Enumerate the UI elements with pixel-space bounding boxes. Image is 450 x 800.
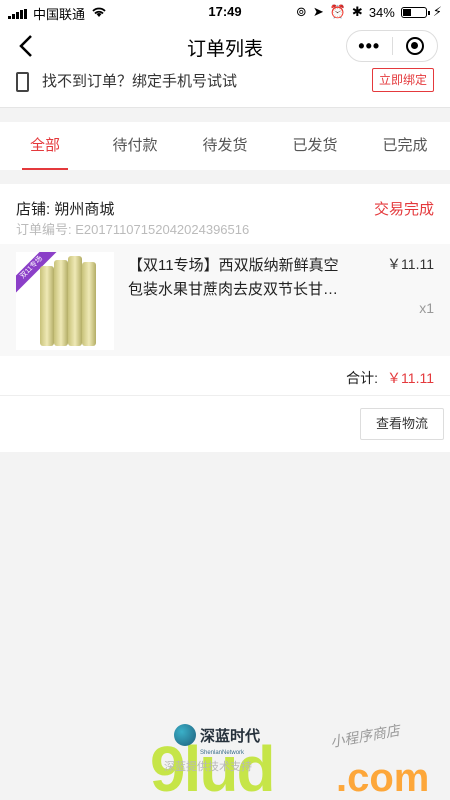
miniprogram-capsule: ••• [346,30,438,62]
close-miniprogram-button[interactable] [392,37,437,55]
status-right: ⊚ ➤ ⏰ ✱ 34% ⚡ [296,4,442,20]
watermark-domain: .com [336,756,430,800]
order-number: 订单编号: E20171107152042024396516 [16,222,250,237]
footer: 9lud 深蓝时代 ShenlanNetwork 深蓝提供技术支持 小程序商店 … [0,712,450,800]
total-label: 合计: [346,370,378,386]
more-button[interactable]: ••• [347,36,392,57]
product-price: ￥11.11 [387,256,434,272]
tab-all[interactable]: 全部 [0,122,90,170]
location-icon: ➤ [312,4,324,19]
product-image[interactable]: 双11专场 [16,252,114,350]
store-name: 店铺: 朔州商城 [16,201,115,218]
lock-rotation-icon: ⊚ [295,4,307,19]
record-icon [405,37,424,55]
order-total-row: 合计: ￥11.11 [0,364,450,396]
bluetooth-icon: ✱ [351,4,363,19]
brand-logo: 深蓝时代 [174,724,260,746]
status-bar: 中国联通 17:49 ⊚ ➤ ⏰ ✱ 34% ⚡ [0,0,450,24]
order-tabs: 全部 待付款 待发货 已发货 已完成 [0,122,450,170]
order-card[interactable]: 店铺: 朔州商城 订单编号: E20171107152042024396516 … [0,184,450,452]
product-quantity: x1 [419,300,434,316]
view-logistics-button[interactable]: 查看物流 [360,408,444,440]
watermark-script: 小程序商店 [329,722,401,750]
tab-shipped[interactable]: 已发货 [270,122,360,170]
tab-completed[interactable]: 已完成 [360,122,450,170]
brand-subtitle: ShenlanNetwork [200,750,245,756]
phone-icon [16,72,29,92]
nav-bar: 订单列表 ••• [0,24,450,68]
bind-phone-banner: 找不到订单？绑定手机号试试 立即绑定 [0,68,450,108]
battery-fill [402,8,412,16]
product-title[interactable]: 【双11专场】西双版纳新鲜真空包装水果甘蔗肉去皮双节长甘… [128,254,350,302]
sugarcane-stick [82,262,96,346]
charging-icon: ⚡ [432,4,442,19]
tab-pending-payment[interactable]: 待付款 [90,122,180,170]
sugarcane-stick [54,260,68,346]
order-status: 交易完成 [373,201,434,218]
sugarcane-stick [40,266,54,346]
brand-logo-icon [174,724,196,746]
tab-pending-shipment[interactable]: 待发货 [180,122,270,170]
bind-now-button[interactable]: 立即绑定 [372,68,434,92]
battery-icon [400,6,430,18]
alarm-icon: ⏰ [329,4,346,19]
powered-by-text: 深蓝提供技术支持 [164,761,252,773]
brand-name: 深蓝时代 [200,727,261,745]
sugarcane-stick [68,256,82,346]
battery-percent: 34% [368,4,395,20]
total-amount: ￥11.11 [387,370,434,386]
product-item[interactable]: 双11专场 【双11专场】西双版纳新鲜真空包装水果甘蔗肉去皮双节长甘… ￥11.… [0,244,450,356]
bind-prompt-text: 找不到订单？绑定手机号试试 [42,73,238,90]
